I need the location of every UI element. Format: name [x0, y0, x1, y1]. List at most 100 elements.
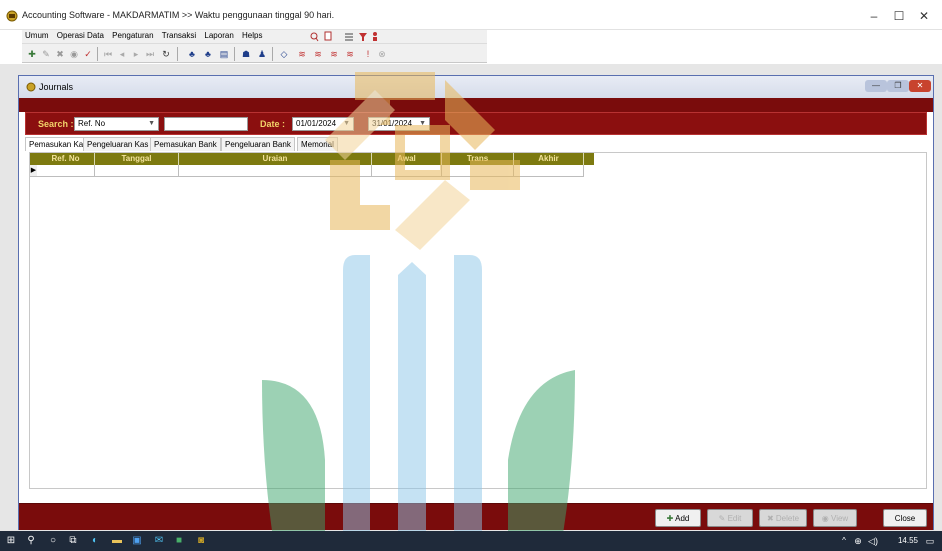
table-row[interactable]	[30, 165, 584, 177]
app-icon-green[interactable]: ■	[172, 535, 186, 547]
table-cell[interactable]	[95, 165, 179, 177]
info-icon[interactable]: !	[362, 48, 374, 60]
task-view-icon[interactable]: ⧉	[66, 535, 80, 547]
taskbar: ⊞ ⚲ ○ ⧉ ◐ ▬ ▣ ✉ ■ ◙ ^ ⊕ ◁) 14.55 ▭	[0, 531, 942, 551]
tab-pengeluaran-kas[interactable]: Pengeluaran Kas	[83, 137, 153, 151]
volume-icon[interactable]: ◁)	[866, 535, 880, 547]
table-cell[interactable]	[37, 165, 95, 177]
tab-pemasukan-bank[interactable]: Pemasukan Bank	[150, 137, 221, 151]
notification-icon[interactable]: ▭	[924, 535, 936, 547]
delete-record-icon[interactable]: ✖	[54, 48, 66, 60]
edit-button[interactable]: ✎ Edit	[707, 509, 753, 527]
view-icon: ◉	[821, 514, 831, 523]
close-button[interactable]: Close	[883, 509, 927, 527]
column-header-uraian[interactable]: Uraian	[179, 153, 372, 165]
menu-quick-icons	[310, 31, 377, 42]
pin-icon[interactable]: ✓	[82, 48, 94, 60]
date-from-picker[interactable]: 01/01/2024 ▼	[292, 117, 354, 131]
mail-icon[interactable]: ✉	[152, 535, 166, 547]
journals-window: Journals — ❐ ✕ Search : Ref. No ▼ Date :…	[18, 75, 934, 530]
journals-restore-button[interactable]: ❐	[887, 80, 909, 92]
add-record-icon[interactable]: ✚	[26, 48, 38, 60]
users-icon[interactable]: ☗	[240, 48, 252, 60]
chevron-down-icon: ▼	[343, 120, 350, 127]
column-header-ref-no[interactable]: Ref. No	[37, 153, 95, 165]
close-window-button[interactable]: ✕	[906, 6, 942, 26]
menu-transaksi[interactable]: Transaksi	[159, 30, 199, 41]
windows-start-icon[interactable]: ⊞	[4, 535, 18, 547]
funnel-icon[interactable]	[359, 33, 367, 41]
refresh-icon[interactable]: ↻	[160, 48, 172, 60]
search-bar: Search : Ref. No ▼ Date : 01/01/2024 ▼ 3…	[25, 112, 927, 135]
toolbar-separator	[97, 47, 98, 61]
report-3-icon[interactable]: ≋	[328, 48, 340, 60]
last-record-icon[interactable]: ⏭	[144, 48, 156, 60]
report-4-icon[interactable]: ≋	[344, 48, 356, 60]
menu-helps[interactable]: Helps	[239, 30, 265, 41]
edge-icon[interactable]: ◐	[88, 535, 102, 547]
chevron-down-icon: ▼	[419, 120, 426, 127]
accounting-app-icon[interactable]: ◙	[194, 535, 208, 547]
menu-operasi-data[interactable]: Operasi Data	[54, 30, 107, 41]
list-icon[interactable]	[345, 33, 353, 41]
tag-icon[interactable]: ◇	[278, 48, 290, 60]
tray-chevron-icon[interactable]: ^	[838, 535, 850, 547]
file-explorer-icon[interactable]: ▬	[110, 535, 124, 547]
table-cell[interactable]	[372, 165, 442, 177]
journals-close-x-button[interactable]: ✕	[909, 80, 931, 92]
menu-bar: Umum Operasi Data Pengaturan Transaksi L…	[22, 30, 487, 43]
tab-pengeluaran-bank[interactable]: Pengeluaran Bank	[221, 137, 295, 151]
book-icon[interactable]: ▤	[218, 48, 230, 60]
people-icon[interactable]	[373, 32, 377, 41]
column-header-trans[interactable]: Trans	[442, 153, 514, 165]
table-cell[interactable]	[442, 165, 514, 177]
search-field-select[interactable]: Ref. No ▼	[74, 117, 159, 131]
toolbar: ✚ ✎ ✖ ◉ ✓ ⏮ ◂ ▸ ⏭ ↻ ♣ ♣ ▤ ☗ ♟ ◇ ≋ ≋ ≋ ≋ …	[22, 43, 487, 63]
toolbar-separator	[272, 47, 273, 61]
journal-grid[interactable]: Ref. No Tanggal Uraian Awal Trans Akhir …	[29, 152, 927, 489]
store-icon[interactable]: ▣	[130, 535, 144, 547]
column-header-akhir[interactable]: Akhir	[514, 153, 584, 165]
delete-icon: ✖	[766, 514, 776, 523]
journals-minimize-button[interactable]: —	[865, 80, 887, 92]
date-from-value: 01/01/2024	[296, 119, 337, 128]
search-icon[interactable]	[310, 32, 319, 42]
view-button[interactable]: ◉ View	[813, 509, 857, 527]
journals-icon	[26, 82, 36, 92]
account-icon[interactable]: ♣	[186, 48, 198, 60]
next-record-icon[interactable]: ▸	[130, 48, 142, 60]
delete-button[interactable]: ✖ Delete	[759, 509, 807, 527]
document-icon[interactable]	[324, 31, 332, 41]
search-label: Search :	[38, 119, 74, 129]
menu-umum[interactable]: Umum	[22, 30, 52, 41]
window-title: Accounting Software - MAKDARMATIM >> Wak…	[22, 10, 335, 20]
user-icon[interactable]: ♟	[256, 48, 268, 60]
first-record-icon[interactable]: ⏮	[102, 48, 114, 60]
menu-pengaturan[interactable]: Pengaturan	[109, 30, 156, 41]
report-icon[interactable]: ≋	[296, 48, 308, 60]
exit-icon[interactable]: ⊗	[376, 48, 388, 60]
menu-laporan[interactable]: Laporan	[201, 30, 236, 41]
report-2-icon[interactable]: ≋	[312, 48, 324, 60]
table-cell[interactable]	[514, 165, 584, 177]
add-label: Add	[675, 514, 690, 523]
add-button[interactable]: ✚ Add	[655, 509, 701, 527]
column-header-tanggal[interactable]: Tanggal	[95, 153, 179, 165]
date-to-picker[interactable]: 31/01/2024 ▼	[368, 117, 430, 131]
edit-label: Edit	[727, 514, 742, 523]
edit-record-icon[interactable]: ✎	[40, 48, 52, 60]
tab-pemasukan-kas[interactable]: Pemasukan Kas	[25, 137, 92, 151]
view-label: View	[831, 514, 849, 523]
cortana-icon[interactable]: ○	[46, 535, 60, 547]
clock[interactable]: 14.55	[898, 536, 918, 545]
search-input[interactable]	[164, 117, 248, 131]
date-label: Date :	[260, 119, 286, 129]
search-icon[interactable]: ⚲	[24, 535, 38, 547]
ledger-icon[interactable]: ♣	[202, 48, 214, 60]
table-cell[interactable]	[179, 165, 372, 177]
tab-memorial[interactable]: Memorial	[297, 137, 338, 151]
column-header-awal[interactable]: Awal	[372, 153, 442, 165]
view-record-icon[interactable]: ◉	[68, 48, 80, 60]
network-icon[interactable]: ⊕	[852, 535, 864, 547]
prev-record-icon[interactable]: ◂	[116, 48, 128, 60]
